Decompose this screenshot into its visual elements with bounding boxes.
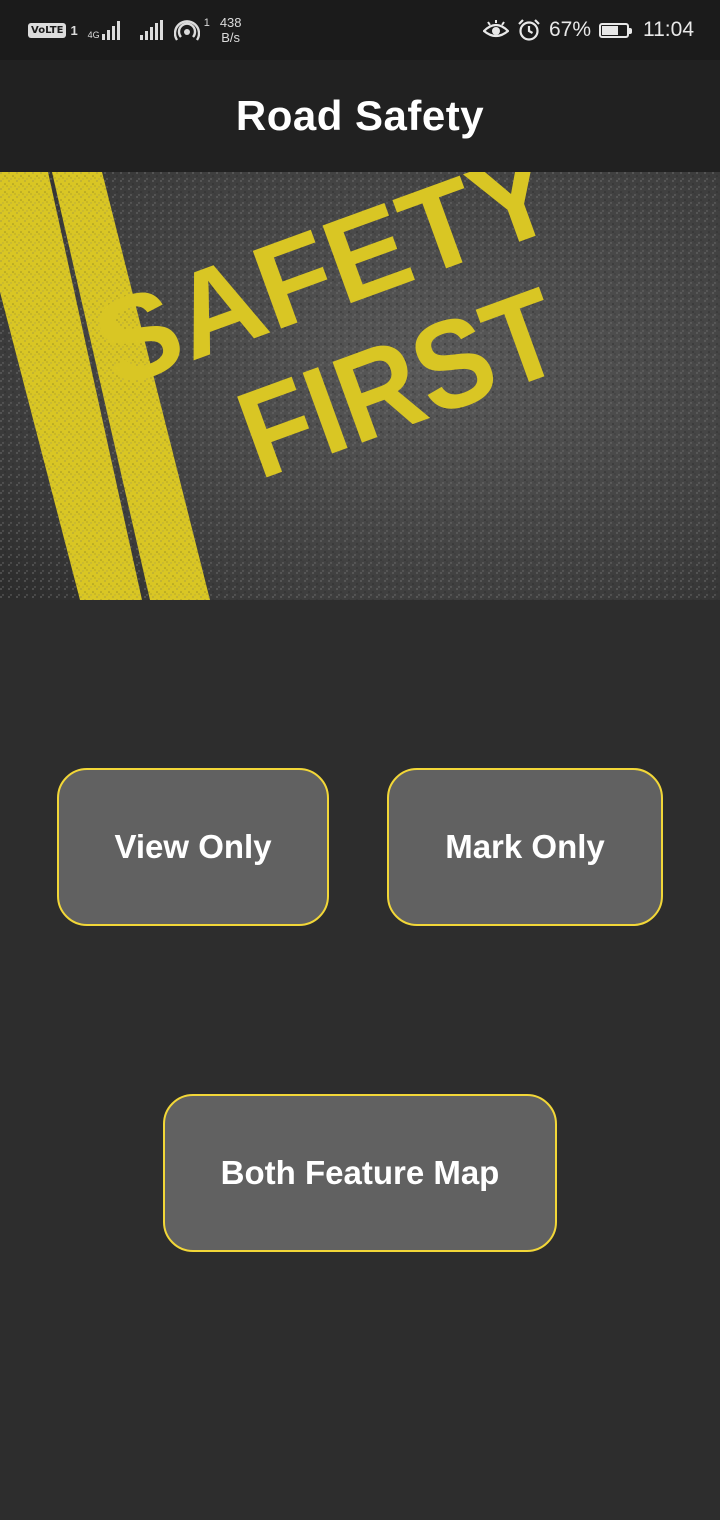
alarm-icon: [518, 19, 540, 41]
network-speed: 438 B/s: [220, 15, 242, 45]
view-only-button[interactable]: View Only: [57, 768, 329, 926]
hotspot-count: 1: [203, 17, 210, 29]
volte-icon: VoLTE: [28, 22, 67, 38]
page-title: Road Safety: [235, 92, 485, 139]
hotspot-icon: [173, 20, 200, 41]
safety-first-banner: SAFETY FIRST: [0, 172, 720, 600]
clock: 11:04: [643, 18, 694, 41]
mobile-signal-1: 4G: [88, 20, 124, 40]
sim-number: 1: [70, 22, 78, 38]
signal-icon: [139, 20, 163, 40]
speed-value: 438: [219, 15, 242, 30]
battery-icon: [599, 22, 632, 38]
battery-percent: 67%: [548, 18, 591, 41]
both-feature-map-button[interactable]: Both Feature Map: [163, 1094, 557, 1252]
signal-icon: [101, 21, 120, 40]
speed-unit: B/s: [221, 30, 241, 45]
app-bar: Road Safety: [0, 60, 720, 172]
status-left: VoLTE 1 4G 1 438 B/s: [28, 14, 242, 46]
battery-level: [602, 25, 619, 35]
status-right: 67% 11:04: [482, 14, 694, 46]
network-type-label: 4G: [87, 30, 100, 40]
mark-only-button[interactable]: Mark Only: [387, 768, 663, 926]
banner-illustration: SAFETY FIRST: [0, 172, 720, 600]
eye-icon: [482, 20, 509, 38]
status-bar: VoLTE 1 4G 1 438 B/s 67% 11:04: [0, 0, 720, 60]
